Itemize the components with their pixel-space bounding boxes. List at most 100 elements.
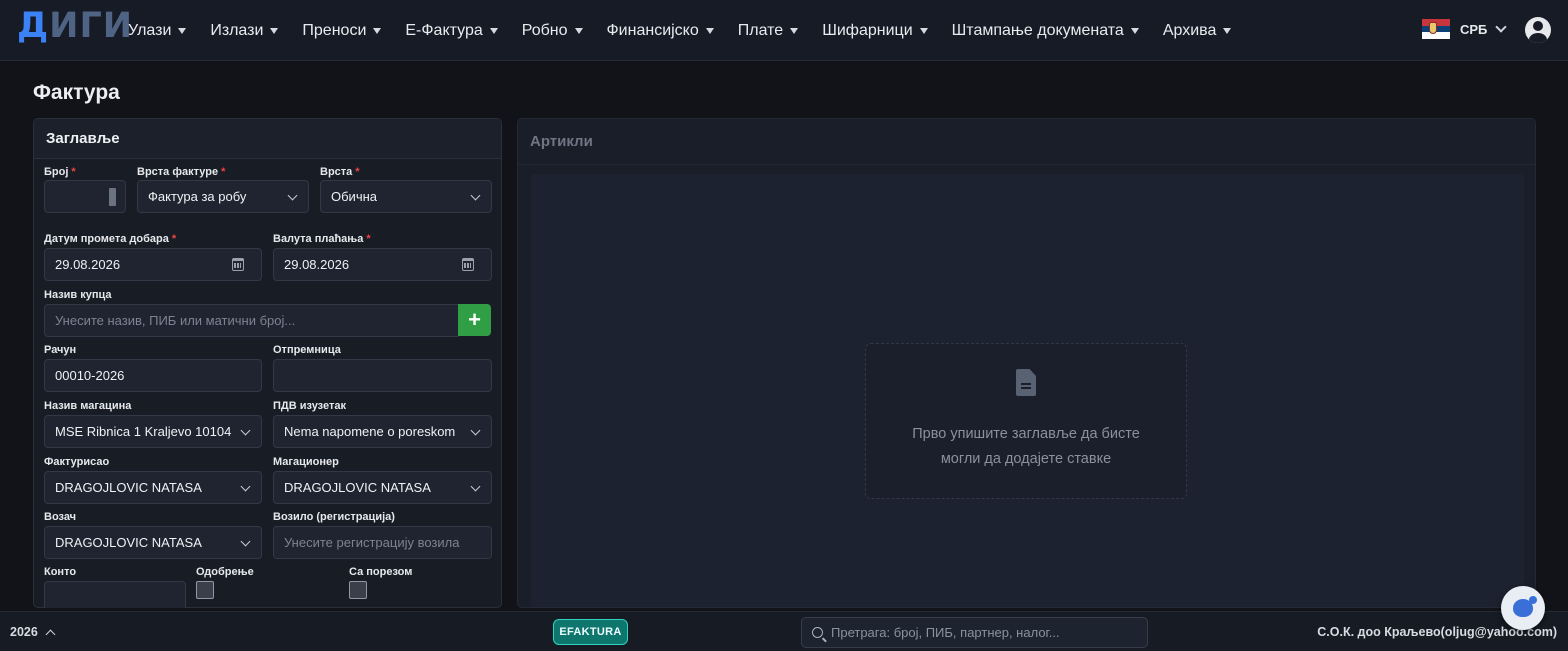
- racun-input[interactable]: 00010-2026: [44, 359, 262, 392]
- calendar-icon[interactable]: [462, 258, 474, 271]
- select-value: Nema napomene o poreskom: [284, 424, 456, 439]
- select-value: DRAGOJLOVIC NATASA: [55, 480, 202, 495]
- vozilo-label: Возило (регистрација): [273, 511, 395, 523]
- racun-label: Рачун: [44, 344, 77, 356]
- input-value: 29.08.2026: [284, 257, 350, 272]
- page-title: Фактура: [33, 81, 120, 104]
- articles-panel-title: Артикли: [518, 119, 1535, 165]
- select-value: Обична: [331, 189, 378, 204]
- select-value: DRAGOJLOVIC NATASA: [55, 535, 202, 550]
- menu-finansijsko[interactable]: Финансијско: [607, 22, 714, 40]
- language-selector[interactable]: СРБ: [1422, 19, 1508, 40]
- empty-state-line: Прво упишите заглавље да бисте: [912, 426, 1140, 442]
- menu-label: Робно: [521, 21, 568, 39]
- main-menu: Улази Излази Преноси Е-Фактура Робно Фин…: [128, 0, 1255, 61]
- odobrenje-checkbox[interactable]: [196, 581, 214, 599]
- assistant-bird-icon[interactable]: [1501, 586, 1545, 630]
- menu-prenosi[interactable]: Преноси: [302, 22, 382, 40]
- menu-label: Плате: [737, 21, 784, 39]
- serbia-flag-icon: [1422, 19, 1450, 40]
- app-logo[interactable]: ДИГИ: [17, 6, 133, 46]
- caret-down-icon: [1130, 27, 1139, 34]
- menu-label: Штампање докумената: [951, 21, 1124, 39]
- pdv-izuzetak-label: ПДВ изузетак: [273, 400, 346, 412]
- efaktura-badge[interactable]: EFAKTURA: [553, 619, 628, 645]
- menu-arhiva[interactable]: Архива: [1163, 22, 1232, 40]
- otpremnica-input[interactable]: [273, 359, 492, 392]
- caret-down-icon: [270, 27, 279, 34]
- menu-label: Улази: [128, 21, 172, 39]
- menu-label: Е-Фактура: [405, 21, 483, 39]
- menu-label: Финансијско: [606, 21, 699, 39]
- user-avatar-icon[interactable]: [1525, 17, 1551, 43]
- naziv-kupca-label: Назив купца: [44, 289, 112, 301]
- chevron-down-icon: [240, 425, 251, 436]
- naziv-kupca-input[interactable]: Унесите назив, ПИБ или матични број...: [44, 304, 459, 337]
- magacioner-select[interactable]: DRAGOJLOVIC NATASA: [273, 471, 492, 504]
- menu-efaktura[interactable]: Е-Фактура: [405, 21, 498, 40]
- select-value: DRAGOJLOVIC NATASA: [284, 480, 431, 495]
- datum-prometa-label: Датум промета добара *: [44, 233, 177, 245]
- logo-letter: Д: [17, 6, 50, 46]
- year-label: 2026: [10, 625, 38, 639]
- vozilo-input[interactable]: Унесите регистрацију возила: [273, 526, 492, 559]
- empty-state-box: [865, 343, 1187, 499]
- magacioner-label: Магационер: [273, 456, 339, 468]
- chevron-down-icon: [240, 536, 251, 547]
- vrsta-fakture-label: Врста фактуре *: [137, 166, 226, 178]
- add-customer-button[interactable]: +: [458, 304, 491, 336]
- broj-input[interactable]: [44, 180, 126, 213]
- naziv-magacina-label: Назив магацина: [44, 400, 132, 412]
- vozac-label: Возач: [44, 511, 77, 523]
- vozac-select[interactable]: DRAGOJLOVIC NATASA: [44, 526, 262, 559]
- sa-porezom-checkbox[interactable]: [349, 581, 367, 599]
- menu-ulazi[interactable]: Улази: [128, 21, 187, 40]
- caret-down-icon: [919, 27, 928, 34]
- caret-down-icon: [178, 27, 187, 34]
- broj-label: Број *: [44, 166, 76, 178]
- fakturisao-label: Фактурисао: [44, 456, 110, 468]
- caret-down-icon: [1223, 27, 1232, 34]
- naziv-magacina-select[interactable]: MSE Ribnica 1 Kraljevo 10104: [44, 415, 262, 448]
- konto-input[interactable]: [44, 581, 186, 608]
- menu-robno[interactable]: Робно: [522, 22, 583, 40]
- document-icon: [1016, 369, 1036, 396]
- caret-down-icon: [574, 27, 583, 34]
- konto-label: Конто: [44, 566, 77, 578]
- menu-label: Излази: [210, 21, 264, 39]
- menu-sifarnici[interactable]: Шифарници: [822, 21, 928, 40]
- fakturisao-select[interactable]: DRAGOJLOVIC NATASA: [44, 471, 262, 504]
- menu-stampanje[interactable]: Штампање докумената: [952, 22, 1139, 40]
- datum-prometa-input[interactable]: 29.08.2026: [44, 248, 262, 281]
- menu-label: Шифарници: [822, 21, 913, 39]
- chevron-down-icon: [470, 425, 481, 436]
- year-selector[interactable]: 2026: [10, 625, 56, 639]
- pdv-izuzetak-select[interactable]: Nema napomene o poreskom: [273, 415, 492, 448]
- input-placeholder: Унесите регистрацију возила: [284, 535, 460, 550]
- select-value: MSE Ribnica 1 Kraljevo 10104: [55, 424, 232, 439]
- header-panel-title: Заглавље: [34, 119, 501, 159]
- vrsta-select[interactable]: Обична: [320, 180, 492, 213]
- spinner-icon[interactable]: [109, 188, 116, 206]
- calendar-icon[interactable]: [232, 258, 244, 271]
- chevron-down-icon: [287, 190, 298, 201]
- vrsta-label: Врста *: [320, 166, 360, 178]
- menu-izlazi[interactable]: Излази: [210, 21, 279, 40]
- empty-state-text: Прво упишите заглавље да бисте могли да …: [865, 422, 1187, 472]
- logo-text: ИГИ: [49, 6, 134, 46]
- caret-down-icon: [373, 27, 382, 34]
- caret-down-icon: [705, 27, 714, 34]
- valuta-placanja-input[interactable]: 29.08.2026: [273, 248, 492, 281]
- chevron-up-icon: [45, 629, 56, 639]
- chevron-down-icon: [470, 190, 481, 201]
- search-icon: [812, 627, 823, 638]
- global-search-input[interactable]: Претрага: број, ПИБ, партнер, налог...: [801, 617, 1148, 648]
- sa-porezom-label: Са порезом: [349, 566, 413, 578]
- vrsta-fakture-select[interactable]: Фактура за робу: [137, 180, 309, 213]
- menu-plate[interactable]: Плате: [737, 21, 799, 40]
- language-label: СРБ: [1460, 21, 1488, 37]
- select-value: Фактура за робу: [148, 189, 247, 204]
- caret-down-icon: [489, 27, 498, 34]
- chevron-down-icon: [240, 481, 251, 492]
- empty-state-line: могли да додајете ставке: [940, 451, 1112, 467]
